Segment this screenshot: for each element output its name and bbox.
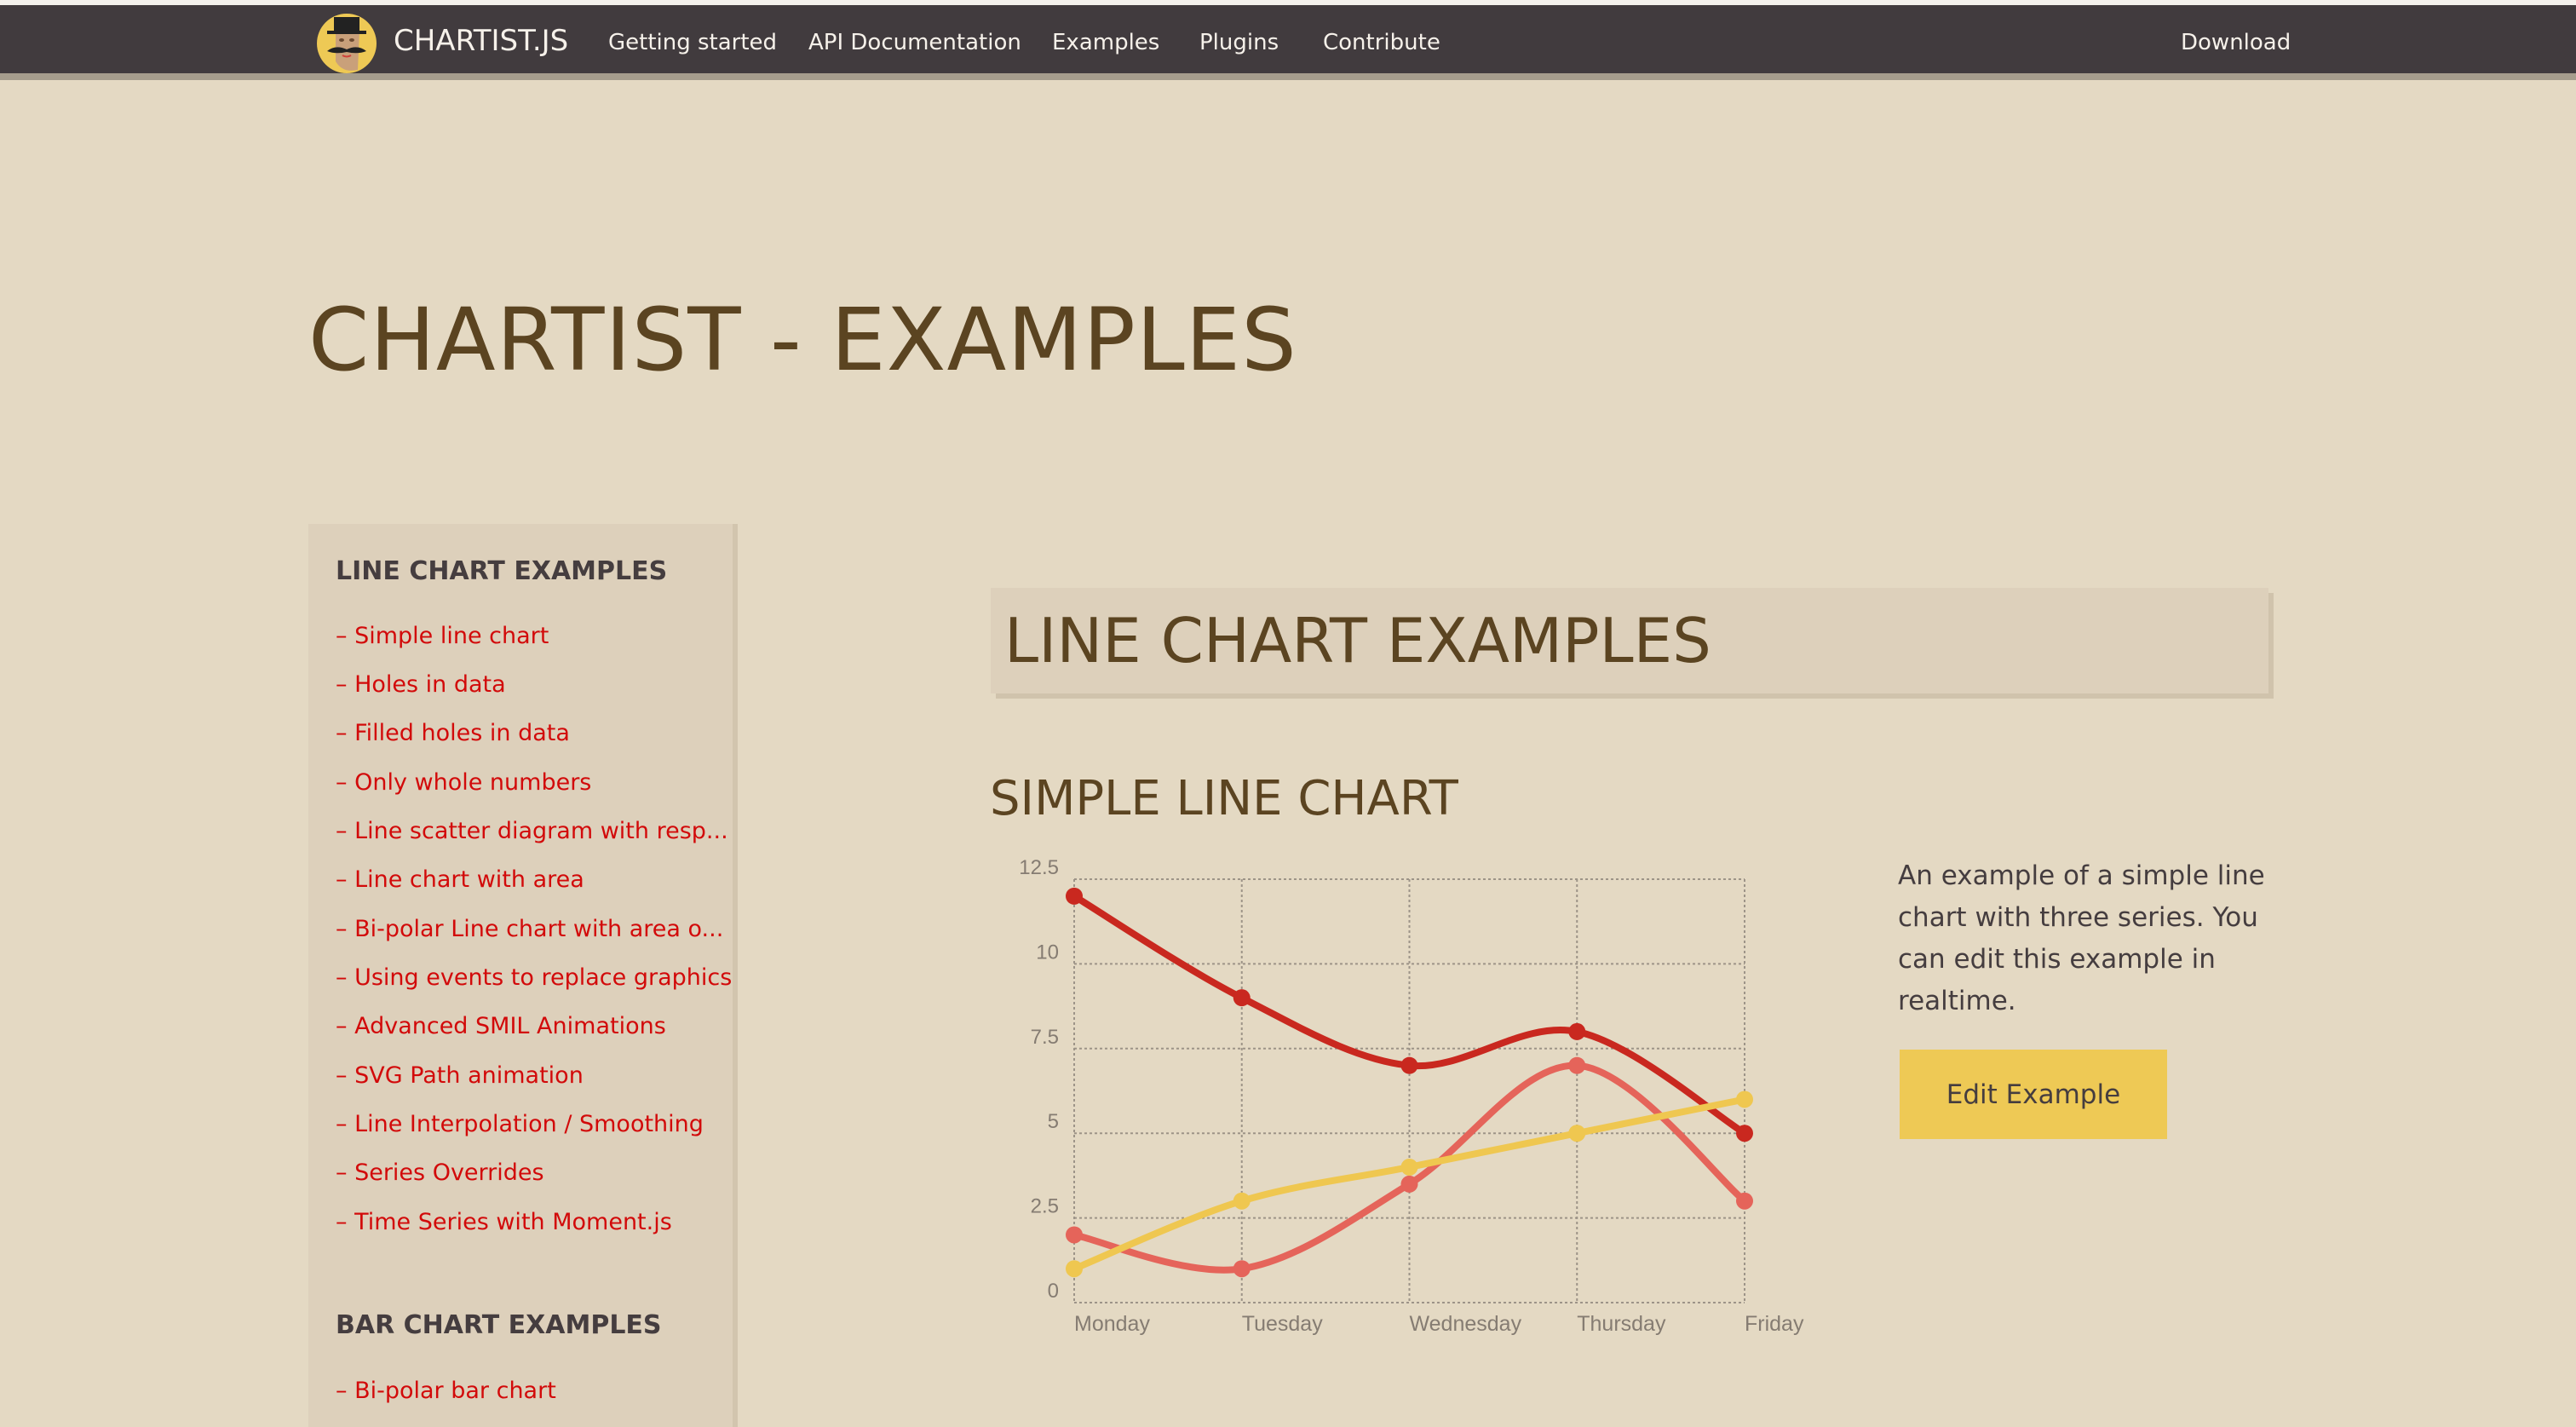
sidebar-item[interactable]: – Time Series with Moment.js	[336, 1209, 672, 1235]
sidebar-heading-line: LINE CHART EXAMPLES	[336, 556, 668, 586]
data-point	[1066, 887, 1083, 905]
sidebar-item[interactable]: – Series Overrides	[336, 1159, 544, 1186]
nav-contribute[interactable]: Contribute	[1323, 30, 1440, 55]
example-description: An example of a simple line chart with t…	[1898, 860, 2265, 1016]
data-point	[1400, 1056, 1418, 1074]
data-point	[1400, 1158, 1418, 1176]
data-point	[1568, 1022, 1586, 1040]
sidebar-item[interactable]: – Filled holes in data	[336, 720, 570, 746]
y-tick-label: 7.5	[1031, 1026, 1059, 1049]
sidebar-item[interactable]: – Line scatter diagram with resp...	[336, 818, 728, 844]
sidebar-item[interactable]: – SVG Path animation	[336, 1062, 584, 1089]
example-title: SIMPLE LINE CHART	[990, 771, 1458, 826]
x-tick-label: Monday	[1074, 1312, 1150, 1336]
data-point	[1233, 1260, 1251, 1278]
page-title: CHARTIST - EXAMPLES	[308, 290, 1297, 391]
sidebar: LINE CHART EXAMPLES – Simple line chart …	[308, 524, 733, 1427]
data-point	[1400, 1175, 1418, 1193]
x-tick-label: Friday	[1745, 1312, 1804, 1336]
x-tick-label: Thursday	[1577, 1312, 1666, 1336]
data-point	[1233, 989, 1251, 1007]
sidebar-item[interactable]: – Bi-polar Line chart with area o...	[336, 916, 723, 942]
data-point	[1736, 1192, 1753, 1210]
y-tick-label: 0	[1048, 1280, 1059, 1303]
nav-examples[interactable]: Examples	[1052, 30, 1159, 55]
y-tick-label: 2.5	[1031, 1195, 1059, 1218]
y-tick-label: 5	[1048, 1110, 1059, 1133]
nav-getting-started[interactable]: Getting started	[608, 30, 777, 55]
data-point	[1568, 1125, 1586, 1142]
data-point	[1066, 1260, 1083, 1278]
x-tick-label: Tuesday	[1242, 1312, 1323, 1336]
sidebar-item[interactable]: – Line chart with area	[336, 866, 584, 893]
data-point	[1568, 1056, 1586, 1074]
data-point	[1736, 1090, 1753, 1108]
data-point	[1233, 1192, 1251, 1210]
y-tick-label: 12.5	[1019, 856, 1059, 879]
line-chart: 0 2.5 5 7.5 10 12.5 Monday Tuesday Wednesday Thur…	[1019, 856, 1804, 1336]
sidebar-heading-bar: BAR CHART EXAMPLES	[336, 1310, 662, 1340]
top-nav: CHARTIST.JS Getting started API Document…	[0, 5, 2576, 80]
x-tick-label: Wednesday	[1410, 1312, 1522, 1336]
section-title: LINE CHART EXAMPLES	[1004, 605, 1711, 676]
y-tick-label: 10	[1036, 941, 1059, 964]
data-point	[1066, 1226, 1083, 1244]
edit-example-button[interactable]: Edit Example	[1900, 1050, 2167, 1139]
sidebar-item[interactable]: – Advanced SMIL Animations	[336, 1013, 666, 1039]
sidebar-item[interactable]: – Simple line chart	[336, 623, 549, 649]
sidebar-item[interactable]: – Line Interpolation / Smoothing	[336, 1111, 704, 1137]
nav-api-documentation[interactable]: API Documentation	[808, 30, 1021, 55]
sidebar-item[interactable]: – Bi-polar bar chart	[336, 1378, 556, 1404]
nav-plugins[interactable]: Plugins	[1199, 30, 1279, 55]
sidebar-item[interactable]: – Holes in data	[336, 671, 506, 698]
sidebar-item[interactable]: – Using events to replace graphics	[336, 964, 732, 991]
sidebar-item[interactable]: – Only whole numbers	[336, 769, 591, 796]
nav-download[interactable]: Download	[2181, 30, 2291, 55]
section-header: LINE CHART EXAMPLES	[991, 588, 2268, 693]
brand-name[interactable]: CHARTIST.JS	[394, 24, 568, 58]
chartist-logo-icon[interactable]	[317, 14, 377, 73]
data-point	[1736, 1125, 1753, 1142]
